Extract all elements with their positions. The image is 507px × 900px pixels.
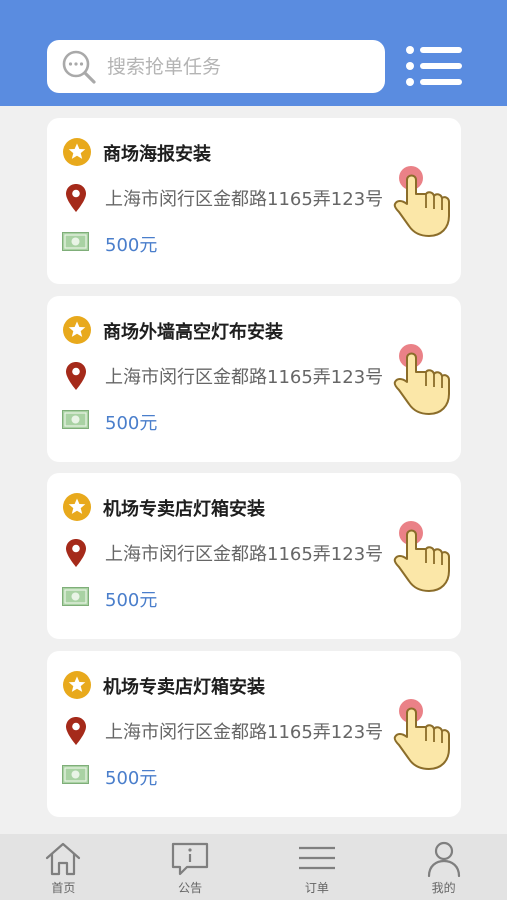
grab-order-hand-icon[interactable]: [391, 164, 453, 238]
tab-announcement[interactable]: 公告: [127, 834, 253, 900]
task-card[interactable]: 机场专卖店灯箱安装 上海市闵行区金都路1165弄123号 500元: [47, 473, 461, 639]
tab-profile[interactable]: 我的: [381, 834, 507, 900]
announcement-icon: [172, 842, 209, 876]
money-icon: [62, 765, 89, 784]
task-price: 500元: [105, 590, 158, 611]
task-address: 上海市闵行区金都路1165弄123号: [105, 544, 384, 565]
location-pin-icon: [66, 717, 86, 745]
search-icon: [62, 50, 96, 84]
tab-label: 首页: [51, 881, 76, 895]
list-menu-icon[interactable]: [404, 44, 464, 88]
task-card[interactable]: 机场专卖店灯箱安装 上海市闵行区金都路1165弄123号 500元: [47, 651, 461, 817]
tab-label: 订单: [304, 881, 329, 895]
tab-label: 公告: [178, 881, 203, 895]
tab-orders[interactable]: 订单: [254, 834, 380, 900]
star-icon: [63, 138, 91, 166]
task-card[interactable]: 商场外墙高空灯布安装 上海市闵行区金都路1165弄123号 500元: [47, 296, 461, 462]
task-address: 上海市闵行区金都路1165弄123号: [105, 367, 384, 388]
grab-order-hand-icon[interactable]: [391, 342, 453, 416]
money-icon: [62, 410, 89, 429]
search-input[interactable]: [107, 55, 367, 78]
orders-icon: [298, 846, 335, 870]
money-icon: [62, 587, 89, 606]
task-title: 机场专卖店灯箱安装: [103, 499, 265, 520]
tab-home[interactable]: 首页: [0, 834, 126, 900]
star-icon: [63, 316, 91, 344]
task-price: 500元: [105, 768, 158, 789]
task-title: 机场专卖店灯箱安装: [103, 677, 265, 698]
tab-label: 我的: [431, 881, 456, 895]
task-price: 500元: [105, 235, 158, 256]
money-icon: [62, 232, 89, 251]
location-pin-icon: [66, 184, 86, 212]
location-pin-icon: [66, 539, 86, 567]
header-bar: [0, 0, 507, 106]
location-pin-icon: [66, 362, 86, 390]
user-icon: [427, 841, 460, 877]
home-icon: [46, 842, 81, 876]
star-icon: [63, 671, 91, 699]
task-price: 500元: [105, 413, 158, 434]
task-title: 商场外墙高空灯布安装: [103, 322, 283, 343]
task-title: 商场海报安装: [103, 144, 211, 165]
grab-order-hand-icon[interactable]: [391, 519, 453, 593]
search-box[interactable]: [47, 40, 385, 93]
task-card[interactable]: 商场海报安装 上海市闵行区金都路1165弄123号 500元: [47, 118, 461, 284]
grab-order-hand-icon[interactable]: [391, 697, 453, 771]
task-address: 上海市闵行区金都路1165弄123号: [105, 189, 384, 210]
bottom-tab-bar: 首页 公告 订单 我的: [0, 834, 507, 900]
task-address: 上海市闵行区金都路1165弄123号: [105, 722, 384, 743]
star-icon: [63, 493, 91, 521]
